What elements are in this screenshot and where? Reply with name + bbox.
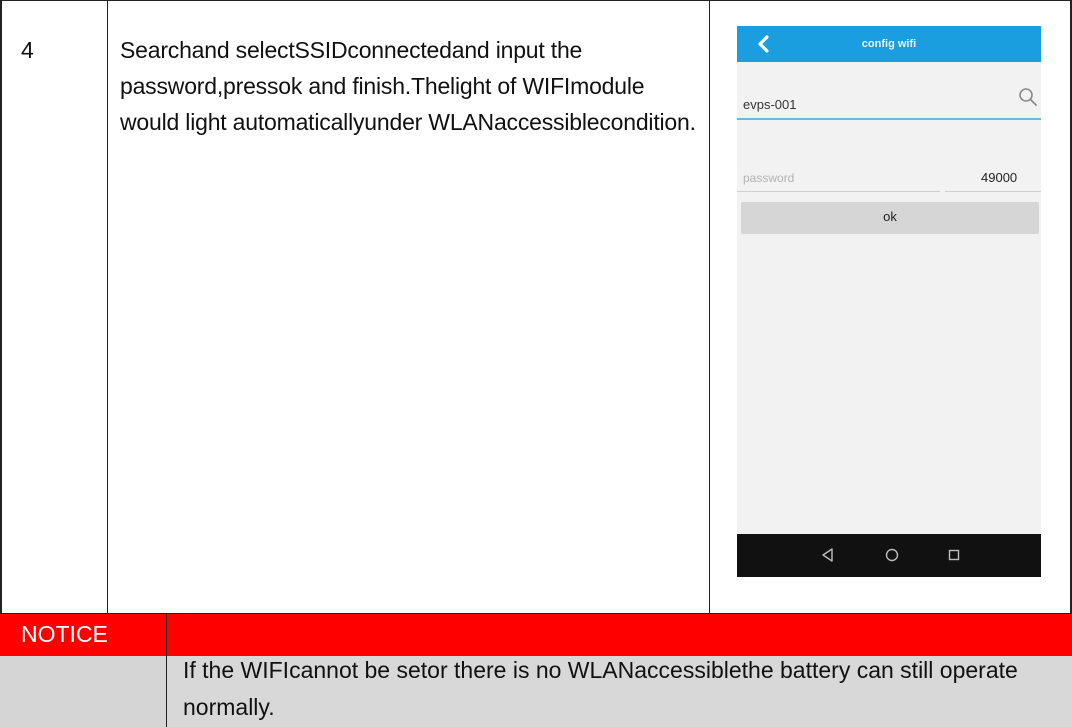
nav-recent-icon[interactable] [945, 546, 963, 564]
notice-top-border [0, 613, 1072, 614]
step-number: 4 [21, 37, 34, 63]
search-icon[interactable] [1017, 86, 1039, 108]
notice-divider-lower [166, 656, 167, 727]
app-title: config wifi [861, 38, 917, 50]
nav-back-icon[interactable] [819, 546, 837, 564]
column-divider-1 [107, 0, 108, 613]
password-field[interactable]: password [737, 166, 940, 192]
nav-home-icon[interactable] [883, 546, 901, 564]
column-divider-2 [709, 0, 710, 613]
ssid-field[interactable]: evps-001 [737, 92, 1041, 118]
notice-left-cell [0, 656, 166, 727]
notice-text: If the WIFIcannot be setor there is no W… [183, 657, 1018, 720]
phone-screenshot: config wifi evps-001 password 49000 ok [737, 26, 1041, 577]
table-border-top [0, 0, 1072, 1]
port-field[interactable]: 49000 [945, 166, 1041, 192]
ok-button[interactable]: ok [741, 202, 1039, 234]
notice-label: NOTICE [21, 621, 108, 647]
notice-header-bar [0, 613, 1072, 656]
back-icon[interactable] [755, 34, 773, 54]
android-nav-bar [737, 534, 1041, 577]
step-instruction: Searchand selectSSIDconnectedand input t… [120, 37, 696, 135]
ssid-underline [737, 118, 1041, 120]
